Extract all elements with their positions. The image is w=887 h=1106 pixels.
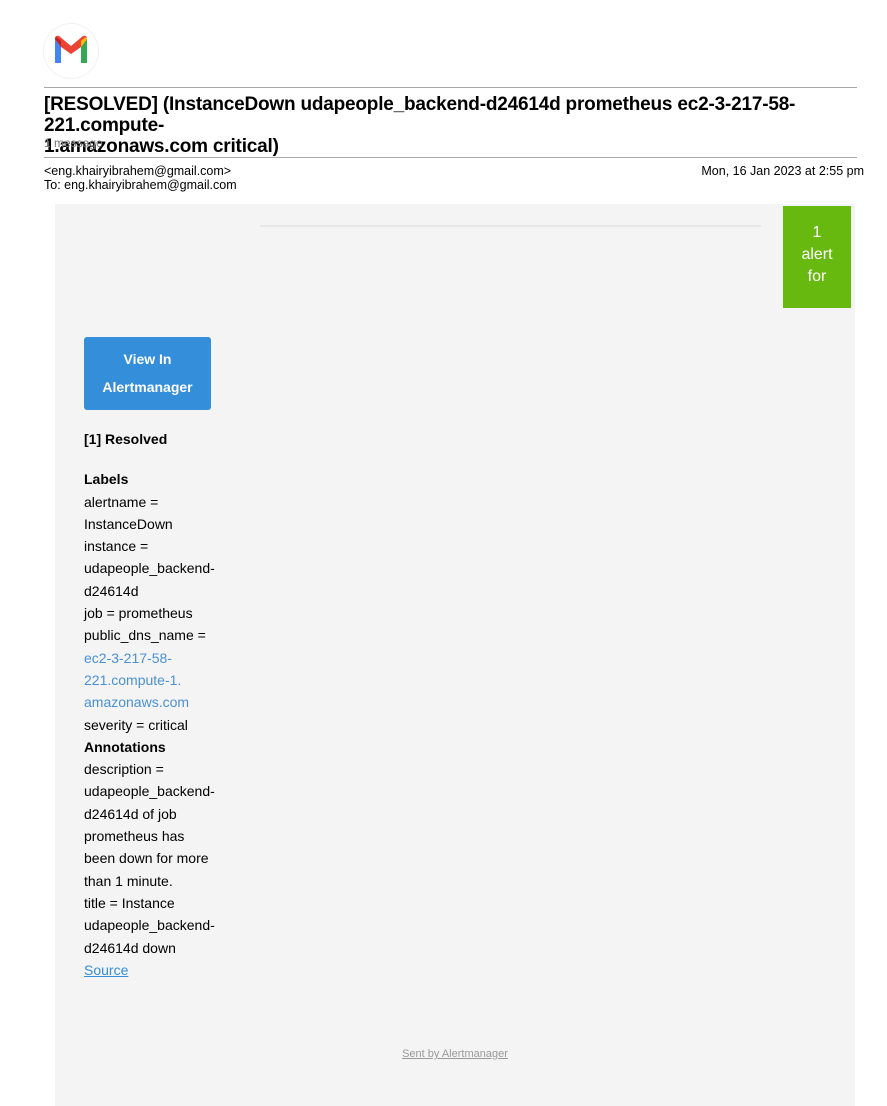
annotation-line: description = <box>84 761 164 778</box>
message-divider <box>44 157 857 158</box>
footer: Sent by Alertmanager <box>55 1048 855 1060</box>
header-divider <box>44 87 857 88</box>
alert-count-banner: 1 alert for <box>783 206 851 308</box>
alert-for: for <box>807 268 827 285</box>
dns-name-link[interactable]: ec2-3-217-58- <box>84 647 224 669</box>
label-line: public_dns_name = <box>84 627 206 644</box>
subject-line-1: [RESOLVED] (InstanceDown udapeople_backe… <box>44 94 796 136</box>
annotation-line: udapeople_backend- <box>84 783 215 800</box>
label-line: instance = <box>84 538 149 555</box>
annotation-line: been down for more <box>84 850 209 867</box>
annotation-line: d24614d of job <box>84 805 177 822</box>
gmail-logo <box>44 24 98 78</box>
severity-label: severity = critical <box>84 716 188 733</box>
subject-line-2: 1.amazonaws.com critical) <box>44 136 279 157</box>
sender: <eng.khairyibrahem@gmail.com> <box>44 164 232 178</box>
button-label-line-1: View In <box>123 351 172 367</box>
sent-by-alertmanager-link[interactable]: Sent by Alertmanager <box>402 1048 508 1060</box>
annotation-line: d24614d down <box>84 939 176 956</box>
alert-status-heading: [1] Resolved <box>84 431 168 447</box>
label-line: job = prometheus <box>84 605 193 622</box>
alert-details: [1] Resolved Labels alertname = Instance… <box>84 428 224 981</box>
view-in-alertmanager-button[interactable]: View In Alertmanager <box>84 337 211 410</box>
gmail-m-icon <box>55 35 87 63</box>
body-divider <box>260 225 761 227</box>
annotation-line: prometheus has <box>84 828 185 845</box>
annotations-heading: Annotations <box>84 738 166 755</box>
dns-name-link[interactable]: 221.compute-1. <box>84 669 224 691</box>
alert-word: alert <box>801 246 833 263</box>
labels-heading: Labels <box>84 471 129 488</box>
recipient: To: eng.khairyibrahem@gmail.com <box>44 178 237 192</box>
dns-name-link[interactable]: amazonaws.com <box>84 691 224 713</box>
label-line: d24614d <box>84 582 139 599</box>
label-line: udapeople_backend- <box>84 560 215 577</box>
alert-count: 1 <box>812 224 822 241</box>
label-line: alertname = <box>84 493 159 510</box>
annotation-line: than 1 minute. <box>84 872 173 889</box>
email-date: Mon, 16 Jan 2023 at 2:55 pm <box>701 164 864 178</box>
message-count: 1 message <box>44 136 103 150</box>
source-link[interactable]: Source <box>84 959 224 981</box>
email-subject: [RESOLVED] (InstanceDown udapeople_backe… <box>44 94 864 157</box>
annotation-line: udapeople_backend- <box>84 917 215 934</box>
button-label-line-2: Alertmanager <box>102 379 193 395</box>
label-line: InstanceDown <box>84 515 173 532</box>
annotation-line: title = Instance <box>84 894 175 911</box>
